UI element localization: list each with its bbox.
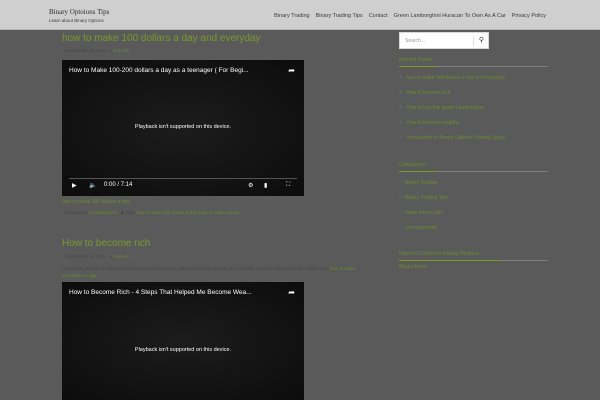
volume-icon[interactable]: 🔈 <box>89 182 96 189</box>
category-item[interactable]: □ make money tips <box>399 210 443 216</box>
categories-title: Categories <box>399 162 426 168</box>
tag-icon: ◆ <box>120 210 125 215</box>
post-meta: □ September 22, 2021 ● Sue Hill <box>62 254 129 259</box>
user-icon: ● <box>109 254 112 259</box>
nav-item-privacy-policy[interactable]: Privacy Policy <box>512 13 546 19</box>
category-item[interactable]: □ Binary Trading Tips <box>399 195 448 201</box>
nav-item-lamborghini[interactable]: Green Lamborghini Huracan To Own As A Ca… <box>394 13 506 19</box>
search-icon[interactable]: ⚲ <box>479 36 484 44</box>
recent-post-item[interactable]: ✎ How to buy this green Lamborghini <box>399 105 483 111</box>
pencil-icon: ✎ <box>399 75 404 81</box>
nav-item-contact[interactable]: Contact <box>369 13 388 19</box>
settings-icon[interactable]: ⚙ <box>248 182 253 189</box>
main-nav: Binary Trading Binary Trading Tips Conta… <box>274 13 546 19</box>
post-date: September 23, 2021 <box>65 48 107 53</box>
site-header: Binary Optoions Tips Learn about Binary … <box>0 0 600 30</box>
nav-item-binary-trading[interactable]: Binary Trading <box>274 13 309 19</box>
user-icon: ● <box>109 48 112 53</box>
recent-post-item[interactable]: ✎ Introduction to Binary Options Trading … <box>399 135 505 141</box>
share-icon[interactable]: ➦ <box>288 66 295 75</box>
post-excerpt: How to become rich? Having a few hundred… <box>62 266 356 278</box>
video-title[interactable]: How to Make 100-200 dollars a day as a t… <box>69 67 249 74</box>
post-author[interactable]: Sue Hill <box>113 254 129 259</box>
folder-icon: □ <box>399 225 403 231</box>
partner-title: Internet Common Binary Brokers <box>399 251 480 257</box>
post-title[interactable]: How to become rich <box>62 238 150 249</box>
post-date: September 22, 2021 <box>65 254 107 259</box>
site-tagline: Learn about Binary Options <box>49 18 104 23</box>
category-item[interactable]: □ Binary Trading <box>399 180 437 186</box>
pencil-icon: ✎ <box>399 90 404 96</box>
pencil-icon: ✎ <box>399 135 404 141</box>
playback-message: Playback isn't supported on this device. <box>134 347 232 353</box>
recent-post-item[interactable]: ✎ How to become rich <box>399 90 450 96</box>
playback-message: Playback isn't supported on this device. <box>134 124 232 130</box>
recent-post-item[interactable]: ✎ How to become wealthy <box>399 120 459 126</box>
video-player[interactable]: How to Make 100-200 dollars a day as a t… <box>62 60 304 196</box>
fullscreen-icon[interactable]: ⛶ <box>286 182 290 189</box>
video-player[interactable]: How to Become Rich - 4 Steps That Helped… <box>62 282 304 400</box>
site-title[interactable]: Binary Optoions Tips <box>49 8 109 16</box>
play-icon[interactable]: ▶ <box>72 182 77 189</box>
partner-link[interactable]: Binary Forex <box>399 264 427 270</box>
video-title[interactable]: How to Become Rich - 4 Steps That Helped… <box>69 289 252 296</box>
progress-bar[interactable] <box>69 178 297 179</box>
recent-post-item[interactable]: ✎ how to make 100 dollars a day and every… <box>399 75 505 81</box>
youtube-icon[interactable]: ▮ <box>264 182 267 189</box>
post-footer-meta: □ Categories Uncategorized ◆ Tags how to… <box>62 210 240 215</box>
folder-icon: □ <box>399 195 403 201</box>
folder-icon: □ <box>62 210 65 215</box>
pencil-icon: ✎ <box>399 120 404 126</box>
calendar-icon: □ <box>62 48 65 53</box>
post-link[interactable]: how to make 100 dollars a day <box>62 199 130 205</box>
share-icon[interactable]: ➦ <box>288 288 295 297</box>
search-box[interactable]: Search... ⚲ <box>399 32 489 49</box>
pencil-icon: ✎ <box>399 105 404 111</box>
search-input[interactable]: Search... <box>405 38 425 44</box>
post-author[interactable]: Sue Hill <box>113 48 129 53</box>
nav-item-binary-trading-tips[interactable]: Binary Trading Tips <box>316 13 363 19</box>
calendar-icon: □ <box>62 254 65 259</box>
post-title[interactable]: how to make 100 dollars a day and everyd… <box>62 33 260 44</box>
post-tags[interactable]: how to make 100 dollars a day, how to ma… <box>136 210 239 215</box>
recent-posts-title: Recent Posts <box>399 57 432 63</box>
category-item[interactable]: □ Uncategorized <box>399 225 437 231</box>
post-meta: □ September 23, 2021 ● Sue Hill <box>62 48 129 53</box>
folder-icon: □ <box>399 210 403 216</box>
folder-icon: □ <box>399 180 403 186</box>
video-controls: ▶ 🔈 0:00 / 7:14 ⚙ ▮ ⛶ <box>62 182 304 192</box>
post-category[interactable]: Uncategorized <box>89 210 118 215</box>
video-time: 0:00 / 7:14 <box>104 182 133 188</box>
